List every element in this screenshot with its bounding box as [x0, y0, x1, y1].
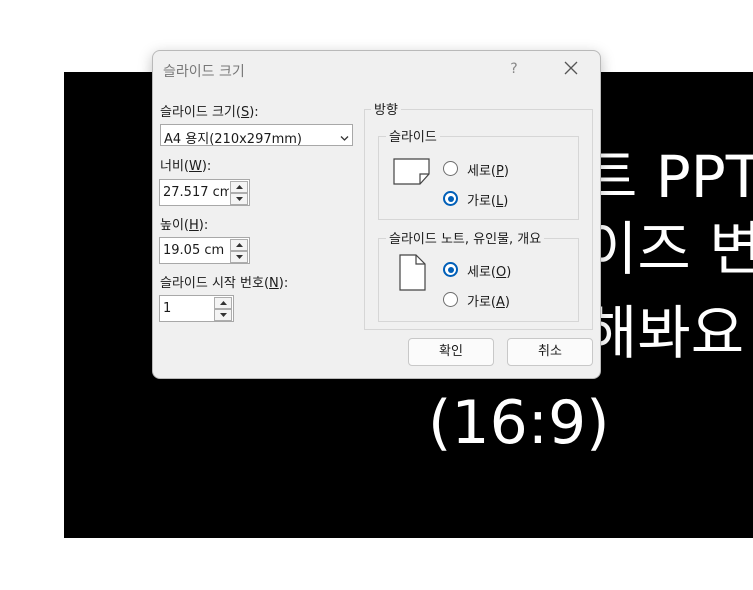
height-label: 높이(H):	[160, 214, 208, 233]
close-button[interactable]	[557, 57, 585, 81]
width-increment-button[interactable]	[230, 181, 248, 193]
width-label: 너비(W):	[160, 155, 211, 174]
height-increment-button[interactable]	[230, 239, 248, 251]
slides-portrait-label[interactable]: 세로(P)	[467, 160, 509, 179]
label-text: ):	[278, 276, 289, 291]
slide-text-line-4: (16:9)	[428, 388, 610, 458]
access-key: O	[496, 265, 507, 280]
slides-landscape-radio[interactable]	[443, 191, 458, 206]
cancel-button[interactable]: 취소	[507, 338, 593, 366]
help-button[interactable]: ?	[507, 61, 521, 79]
access-key: N	[269, 276, 279, 291]
dialog-title: 슬라이드 크기	[163, 64, 245, 80]
caret-down-icon	[219, 313, 227, 317]
slide-size-dialog: 슬라이드 크기 ? 슬라이드 크기(S): A4 용지(210x297mm) 너…	[152, 50, 601, 379]
label-text: ):	[249, 105, 259, 120]
label-text: 세로(	[467, 265, 496, 280]
label-text: )	[506, 265, 512, 280]
notes-portrait-radio[interactable]	[443, 262, 458, 277]
width-spinbox[interactable]: 27.517 cm	[159, 179, 250, 206]
chevron-down-icon	[340, 131, 349, 146]
start-number-spinbox[interactable]: 1	[159, 295, 234, 322]
slides-portrait-radio[interactable]	[443, 161, 458, 176]
caret-up-icon	[235, 243, 243, 247]
start-number-value[interactable]: 1	[163, 301, 213, 316]
height-spinbox[interactable]: 19.05 cm	[159, 237, 250, 264]
dialog-titlebar[interactable]: 슬라이드 크기 ?	[153, 51, 600, 89]
caret-up-icon	[219, 301, 227, 305]
start-number-label: 슬라이드 시작 번호(N):	[160, 272, 288, 291]
caret-down-icon	[235, 255, 243, 259]
label-text: )	[504, 295, 510, 310]
start-number-decrement-button[interactable]	[214, 309, 232, 321]
label-text: 가로(	[467, 194, 496, 209]
label-text: 너비(	[160, 159, 189, 174]
slides-orientation-title: 슬라이드	[386, 126, 440, 145]
orientation-group-title: 방향	[371, 99, 401, 118]
label-text: 슬라이드 크기(	[160, 105, 241, 120]
access-key: S	[240, 105, 250, 120]
notes-landscape-label[interactable]: 가로(A)	[467, 291, 510, 310]
width-decrement-button[interactable]	[230, 193, 248, 205]
width-spinner	[230, 181, 248, 205]
label-text: )	[503, 164, 509, 179]
slide-text-line-3: 해봐요	[584, 299, 745, 367]
start-number-increment-button[interactable]	[214, 297, 232, 309]
access-key: W	[189, 159, 202, 174]
label-text: 높이(	[160, 218, 189, 233]
caret-down-icon	[235, 197, 243, 201]
height-decrement-button[interactable]	[230, 251, 248, 263]
landscape-page-icon	[393, 158, 431, 190]
label-text: 세로(	[467, 164, 496, 179]
portrait-page-icon	[399, 254, 427, 296]
caret-up-icon	[235, 185, 243, 189]
notes-orientation-title: 슬라이드 노트, 유인물, 개요	[386, 228, 545, 247]
slides-landscape-label[interactable]: 가로(L)	[467, 190, 508, 209]
height-value[interactable]: 19.05 cm	[163, 243, 229, 258]
label-text: 가로(	[467, 295, 496, 310]
width-value[interactable]: 27.517 cm	[163, 185, 229, 200]
start-number-spinner	[214, 297, 232, 321]
slide-size-select[interactable]: A4 용지(210x297mm)	[160, 124, 353, 147]
slide-size-value: A4 용지(210x297mm)	[164, 132, 303, 147]
slide-text-line-2: 이즈 변	[584, 215, 753, 283]
access-key: H	[189, 218, 199, 233]
label-text: )	[503, 194, 509, 209]
notes-portrait-label[interactable]: 세로(O)	[467, 261, 511, 280]
label-text: ):	[198, 218, 209, 233]
label-text: 슬라이드 시작 번호(	[160, 276, 270, 291]
ok-button[interactable]: 확인	[408, 338, 494, 366]
slide-size-label: 슬라이드 크기(S):	[160, 101, 259, 120]
notes-landscape-radio[interactable]	[443, 292, 458, 307]
label-text: ):	[201, 159, 212, 174]
access-key: P	[496, 164, 504, 179]
access-key: A	[496, 295, 505, 310]
height-spinner	[230, 239, 248, 263]
close-icon	[564, 61, 578, 75]
slide-text-line-1: 트 PPT	[584, 143, 753, 211]
